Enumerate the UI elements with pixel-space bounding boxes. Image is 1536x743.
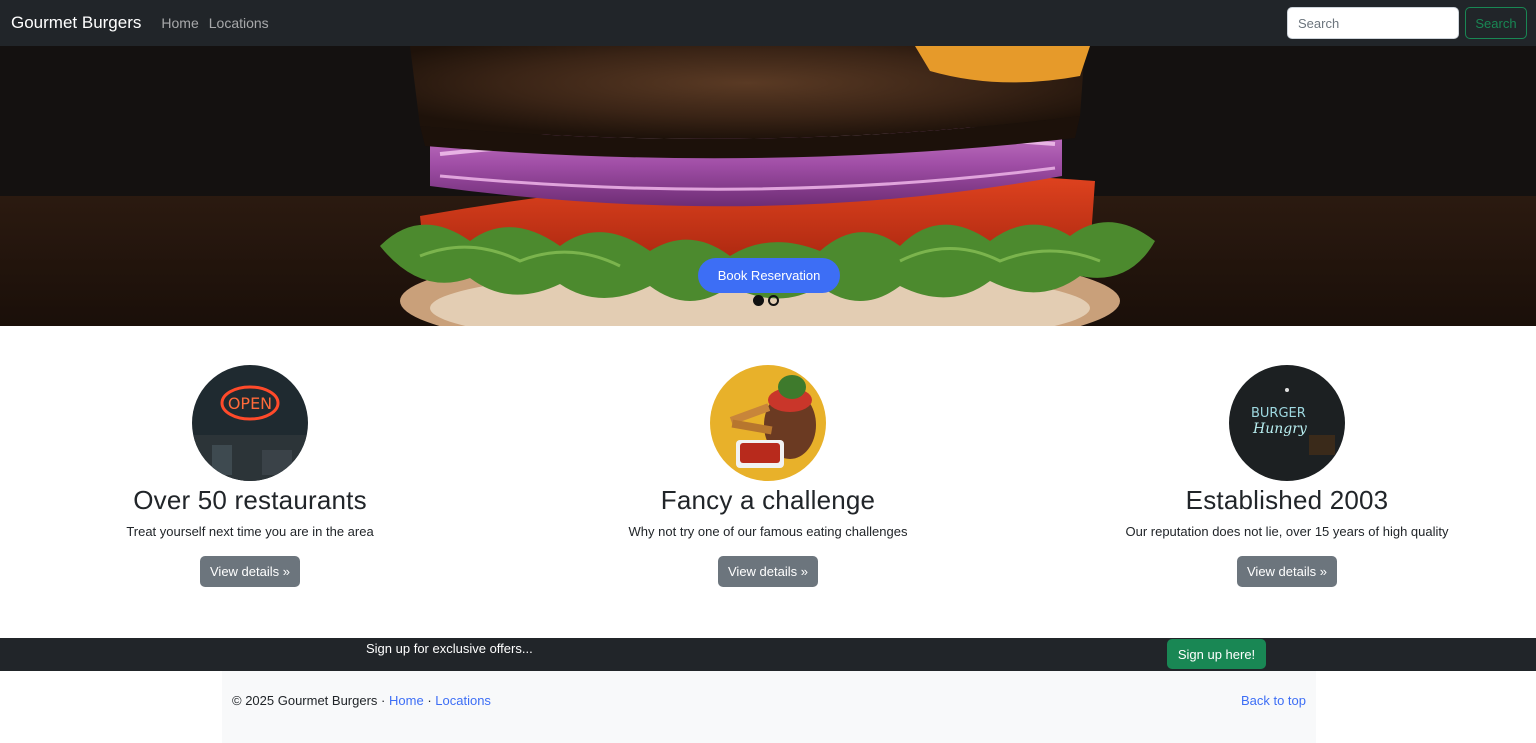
signup-text: Sign up for exclusive offers... xyxy=(366,641,533,656)
nav-link-locations[interactable]: Locations xyxy=(209,15,269,31)
footer-link-home[interactable]: Home xyxy=(389,693,424,708)
feature-text: Our reputation does not lie, over 15 yea… xyxy=(1125,524,1449,539)
footer: © 2025 Gourmet Burgers · Home · Location… xyxy=(222,671,1316,743)
book-reservation-button[interactable]: Book Reservation xyxy=(698,258,840,293)
copyright-text: © 2025 Gourmet Burgers · xyxy=(232,693,386,708)
feature-title: Established 2003 xyxy=(1185,485,1389,515)
neon-burger-sign-image: BURGER Hungry xyxy=(1229,365,1345,481)
feature-title: Over 50 restaurants xyxy=(133,485,367,515)
feature-restaurants: OPEN Over 50 restaurants Treat yourself … xyxy=(0,365,500,587)
open-neon-sign-image: OPEN xyxy=(192,365,308,481)
search-form: Search xyxy=(1287,7,1527,39)
burger-and-fries-image xyxy=(710,365,826,481)
footer-separator: · xyxy=(427,693,432,708)
carousel-indicators xyxy=(753,295,779,306)
footer-link-locations[interactable]: Locations xyxy=(435,693,491,708)
feature-challenge: Fancy a challenge Why not try one of our… xyxy=(518,365,1018,587)
navbar: Gourmet Burgers Home Locations Search xyxy=(0,0,1536,46)
svg-text:Hungry: Hungry xyxy=(1252,421,1308,437)
feature-established: BURGER Hungry Established 2003 Our reput… xyxy=(1037,365,1536,587)
nav-link-home[interactable]: Home xyxy=(161,15,198,31)
hero-carousel: Book Reservation xyxy=(0,46,1536,326)
carousel-indicator-2[interactable] xyxy=(768,295,779,306)
feature-text: Why not try one of our famous eating cha… xyxy=(628,524,908,539)
view-details-button[interactable]: View details » xyxy=(200,556,300,587)
search-input[interactable] xyxy=(1287,7,1459,39)
signup-button[interactable]: Sign up here! xyxy=(1167,639,1266,669)
svg-text:OPEN: OPEN xyxy=(228,394,272,413)
view-details-button[interactable]: View details » xyxy=(1237,556,1337,587)
brand-link[interactable]: Gourmet Burgers xyxy=(11,13,141,33)
search-button[interactable]: Search xyxy=(1465,7,1527,39)
signup-bar: Sign up for exclusive offers... Sign up … xyxy=(0,638,1536,671)
feature-title: Fancy a challenge xyxy=(660,485,876,515)
back-to-top-link[interactable]: Back to top xyxy=(1241,693,1306,708)
svg-text:BURGER: BURGER xyxy=(1251,406,1306,421)
feature-text: Treat yourself next time you are in the … xyxy=(126,524,374,539)
footer-copyright-line: © 2025 Gourmet Burgers · Home · Location… xyxy=(232,693,491,708)
carousel-indicator-1[interactable] xyxy=(753,295,764,306)
view-details-button[interactable]: View details » xyxy=(718,556,818,587)
